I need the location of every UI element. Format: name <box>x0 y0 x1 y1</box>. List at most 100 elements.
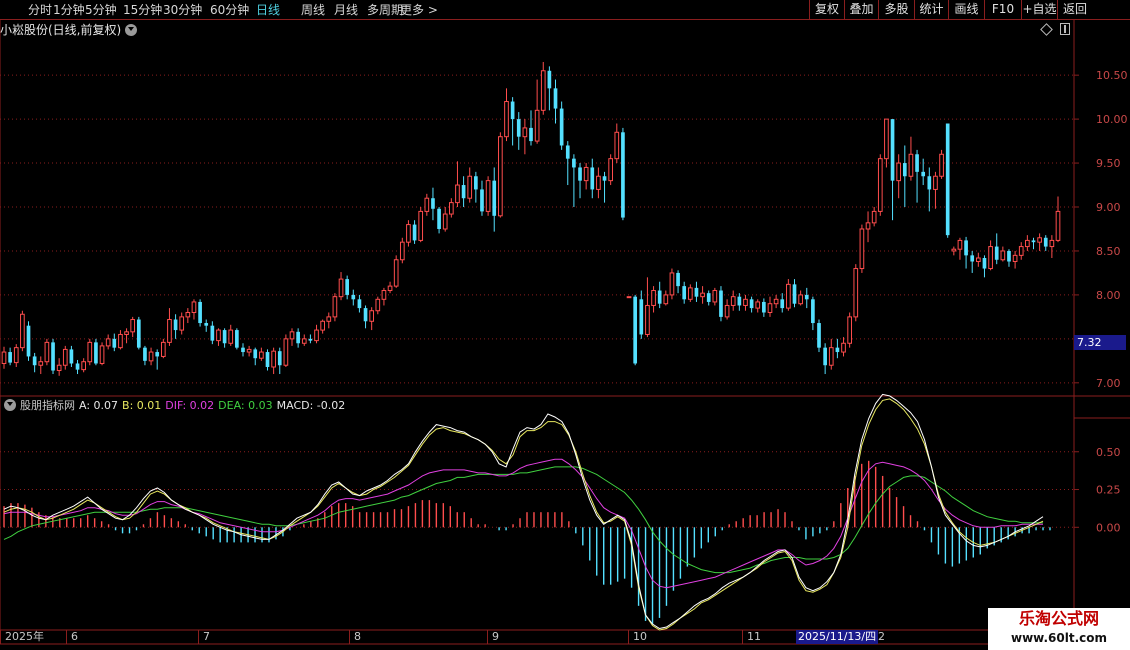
crosshair-date: 2025/11/13/四 <box>796 630 879 644</box>
candle <box>148 347 154 366</box>
candle <box>498 132 503 218</box>
candle <box>578 163 582 199</box>
candle <box>516 112 521 150</box>
candle <box>277 347 282 375</box>
date-label-3: 8 <box>349 630 361 644</box>
candle <box>682 281 687 304</box>
candle <box>94 338 98 366</box>
candle <box>510 97 515 146</box>
candle <box>583 163 589 190</box>
candle <box>730 290 736 311</box>
candle <box>1 346 7 369</box>
candle <box>375 296 381 315</box>
indicator-values: A: 0.07 B: 0.01 DIF: 0.02 DEA: 0.03 MACD: -0… <box>79 399 349 412</box>
candle <box>179 312 185 335</box>
candle <box>136 316 141 350</box>
candle <box>853 264 859 322</box>
indicator-value-1: B: 0.01 <box>122 399 162 412</box>
candle <box>817 319 821 353</box>
candle <box>424 193 430 216</box>
candle <box>480 180 484 216</box>
candle <box>908 136 914 181</box>
candle <box>75 359 80 375</box>
candle <box>130 316 136 338</box>
indicator-dropdown-icon[interactable] <box>4 399 16 411</box>
candle <box>945 123 950 238</box>
indicator-name: 股朋指标网 <box>20 399 75 412</box>
candle <box>1049 235 1055 258</box>
price-tick-label: 9.00 <box>1096 201 1121 214</box>
candle <box>198 299 202 327</box>
watermark-url: www.60lt.com <box>1010 631 1108 645</box>
candle <box>915 149 919 203</box>
candle <box>608 154 614 186</box>
indicator-value-3: DEA: 0.03 <box>218 399 273 412</box>
candlestick-series <box>1 61 1061 376</box>
panel-toggle-icon[interactable] <box>1060 23 1070 35</box>
candle <box>706 290 711 306</box>
candle <box>418 207 424 243</box>
candle <box>614 123 620 164</box>
candle <box>167 308 172 346</box>
candle <box>559 101 564 150</box>
series-dif-line <box>3 458 1043 589</box>
candle <box>687 284 693 302</box>
candle <box>412 220 417 244</box>
indicator-tick-label: 0.25 <box>1096 484 1121 497</box>
candle <box>633 294 638 366</box>
candle <box>296 328 300 348</box>
candle <box>1000 246 1006 262</box>
candle <box>8 347 12 366</box>
series-a-line <box>3 393 1044 630</box>
indicator-tick-label: 0.50 <box>1096 446 1121 459</box>
candle <box>877 154 883 216</box>
candle <box>767 296 773 317</box>
candle <box>811 296 815 331</box>
chevron-down-icon[interactable] <box>125 23 138 36</box>
candle <box>124 328 129 344</box>
candle <box>755 299 761 313</box>
price-tick-label: 10.00 <box>1096 113 1128 126</box>
candle <box>308 334 313 344</box>
price-tick-label: 7.00 <box>1096 377 1121 390</box>
candle <box>320 319 325 334</box>
date-axis: 2025年6789101112 <box>0 630 1074 644</box>
indicator-value-2: DIF: 0.02 <box>165 399 215 412</box>
candle <box>1025 235 1030 251</box>
candle <box>964 236 968 269</box>
candle <box>485 176 491 216</box>
candle <box>99 342 105 366</box>
candle <box>155 349 160 370</box>
candle <box>235 328 239 350</box>
chart-title-row: 小崧股份(日线,前复权) <box>0 21 138 39</box>
candle <box>626 296 632 299</box>
candle <box>1007 249 1011 267</box>
candle <box>228 324 234 346</box>
candle <box>994 233 999 265</box>
candle <box>105 334 111 350</box>
candle <box>289 328 295 346</box>
candle <box>828 338 834 370</box>
kline-chart[interactable]: 10.5010.009.509.008.508.007.507.00 0.500… <box>0 0 1130 650</box>
candle <box>957 237 963 260</box>
candle <box>363 305 368 329</box>
candle <box>669 268 675 300</box>
series-b-line <box>3 398 1044 631</box>
candle <box>20 310 25 352</box>
series-dea-line <box>3 466 1043 574</box>
date-label-5: 10 <box>628 630 647 644</box>
candle <box>522 119 528 155</box>
date-label-4: 9 <box>487 630 499 644</box>
candle <box>210 321 215 345</box>
candle <box>461 176 466 208</box>
candle <box>345 275 350 300</box>
candle <box>351 289 356 306</box>
price-tick-label: 9.50 <box>1096 157 1121 170</box>
candle <box>529 110 533 146</box>
candle <box>56 358 62 376</box>
candle <box>712 287 718 306</box>
candle <box>534 79 540 144</box>
candle <box>185 308 191 324</box>
candle <box>437 207 441 234</box>
candle <box>786 279 791 311</box>
